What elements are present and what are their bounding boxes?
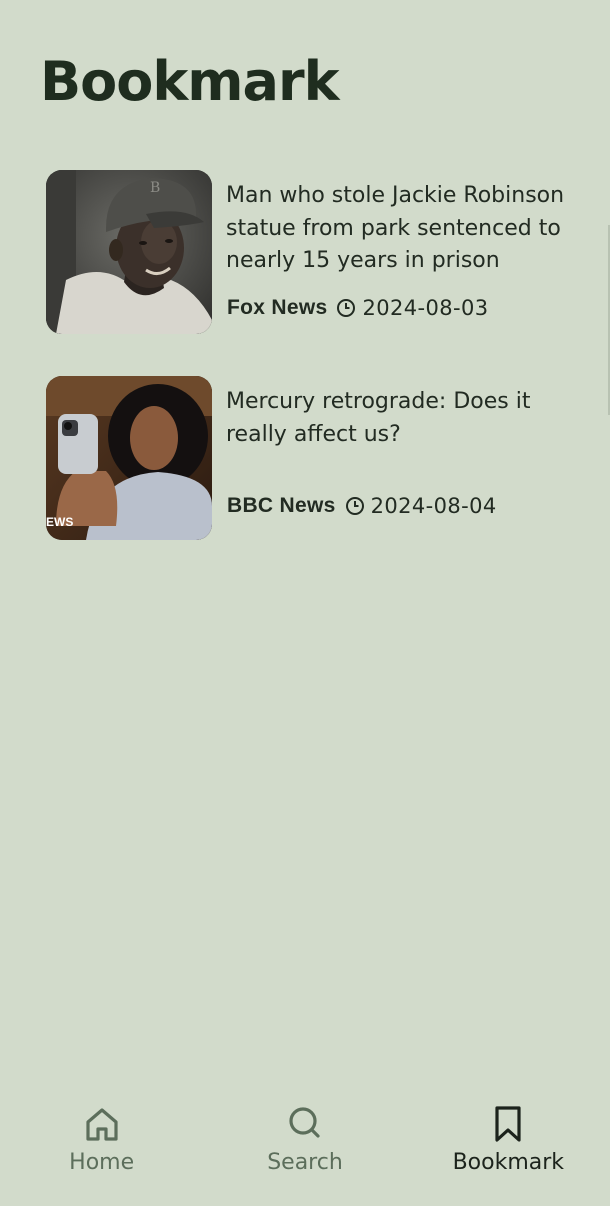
nav-item-home[interactable]: Home — [0, 1090, 203, 1206]
article-thumbnail[interactable]: B — [46, 170, 212, 334]
article-thumbnail[interactable]: EWS — [46, 376, 212, 540]
nav-item-bookmark[interactable]: Bookmark — [407, 1090, 610, 1206]
article-card[interactable]: EWS Mercury retrograde: Does it really a… — [46, 376, 576, 541]
clock-icon — [345, 496, 365, 516]
search-icon — [289, 1107, 320, 1138]
bookmark-icon — [495, 1106, 521, 1142]
page-title: Bookmark — [40, 50, 340, 113]
home-icon — [86, 1108, 118, 1141]
article-meta: BBC News 2024-08-04 — [227, 494, 497, 518]
nav-label-home: Home — [69, 1150, 135, 1175]
article-date: 2024-08-04 — [370, 494, 497, 518]
svg-text:B: B — [150, 180, 160, 196]
bottom-navigation: Home Search Bookmark — [0, 1090, 610, 1206]
clock-icon — [336, 298, 356, 318]
article-headline[interactable]: Mercury retrograde: Does it really affec… — [226, 386, 571, 451]
nav-item-search[interactable]: Search — [203, 1090, 406, 1206]
nav-label-bookmark: Bookmark — [452, 1150, 565, 1175]
nav-label-search: Search — [267, 1150, 343, 1175]
article-source: BBC News — [227, 494, 336, 517]
article-source: Fox News — [227, 296, 328, 319]
article-card[interactable]: B Man who stole Jackie Robinson statue f… — [46, 170, 576, 335]
article-headline[interactable]: Man who stole Jackie Robinson statue fro… — [226, 180, 571, 278]
article-meta: Fox News 2024-08-03 — [227, 296, 488, 320]
article-date: 2024-08-03 — [362, 296, 489, 320]
svg-text:EWS: EWS — [46, 515, 73, 529]
